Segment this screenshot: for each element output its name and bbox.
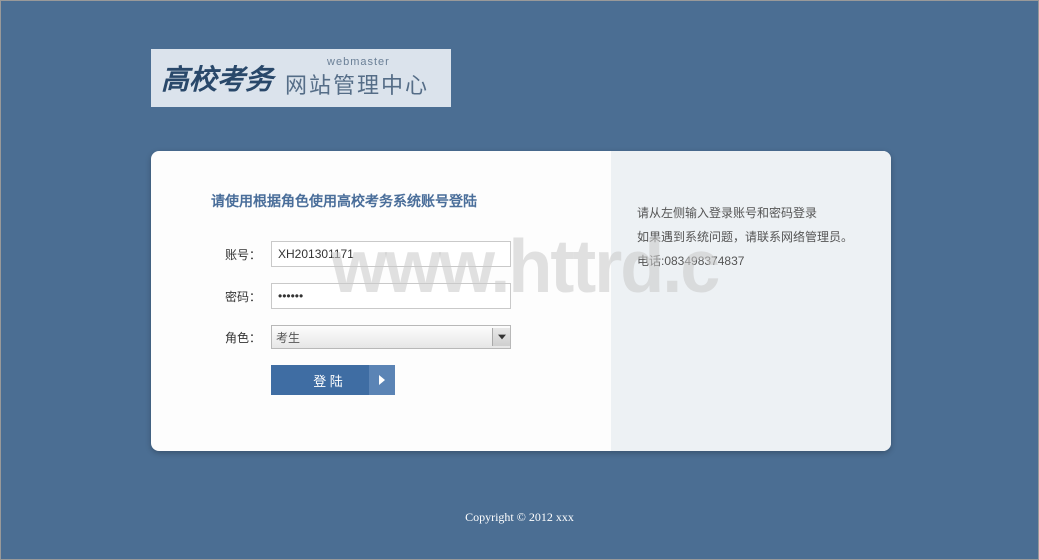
logo-webmaster: webmaster <box>327 56 390 68</box>
info-panel: 请从左侧输入登录账号和密码登录 如果遇到系统问题，请联系网络管理员。 电话:08… <box>611 151 891 451</box>
row-password: 密码： <box>211 283 581 309</box>
password-input[interactable] <box>271 283 511 309</box>
login-button-label: 登 陆 <box>313 371 343 390</box>
logo-bar: 高校考务 webmaster 网站管理中心 <box>151 49 451 107</box>
logo-right: webmaster 网站管理中心 <box>285 56 429 100</box>
role-select[interactable]: 考生 <box>271 325 511 349</box>
account-label: 账号： <box>211 246 261 263</box>
arrow-right-icon <box>369 365 395 395</box>
form-title: 请使用根据角色使用高校考务系统账号登陆 <box>211 191 581 211</box>
password-label: 密码： <box>211 288 261 305</box>
account-input[interactable] <box>271 241 511 267</box>
role-value: 考生 <box>276 329 300 346</box>
logo-script: 高校考务 <box>161 58 273 98</box>
logo-subtitle: 网站管理中心 <box>285 68 429 100</box>
page-background: 高校考务 webmaster 网站管理中心 请使用根据角色使用高校考务系统账号登… <box>0 0 1039 560</box>
footer-text: Copyright © 2012 xxx <box>1 510 1038 525</box>
info-line-2: 如果遇到系统问题，请联系网络管理员。 <box>637 225 865 249</box>
login-form-area: 请使用根据角色使用高校考务系统账号登陆 账号： 密码： 角色： 考生 <box>151 151 611 451</box>
info-line-3: 电话:083498374837 <box>637 249 865 273</box>
info-line-1: 请从左侧输入登录账号和密码登录 <box>637 201 865 225</box>
row-account: 账号： <box>211 241 581 267</box>
row-role: 角色： 考生 <box>211 325 581 349</box>
login-panel: 请使用根据角色使用高校考务系统账号登陆 账号： 密码： 角色： 考生 <box>151 151 891 451</box>
login-button[interactable]: 登 陆 <box>271 365 395 395</box>
role-label: 角色： <box>211 329 261 346</box>
chevron-down-icon <box>492 328 510 346</box>
